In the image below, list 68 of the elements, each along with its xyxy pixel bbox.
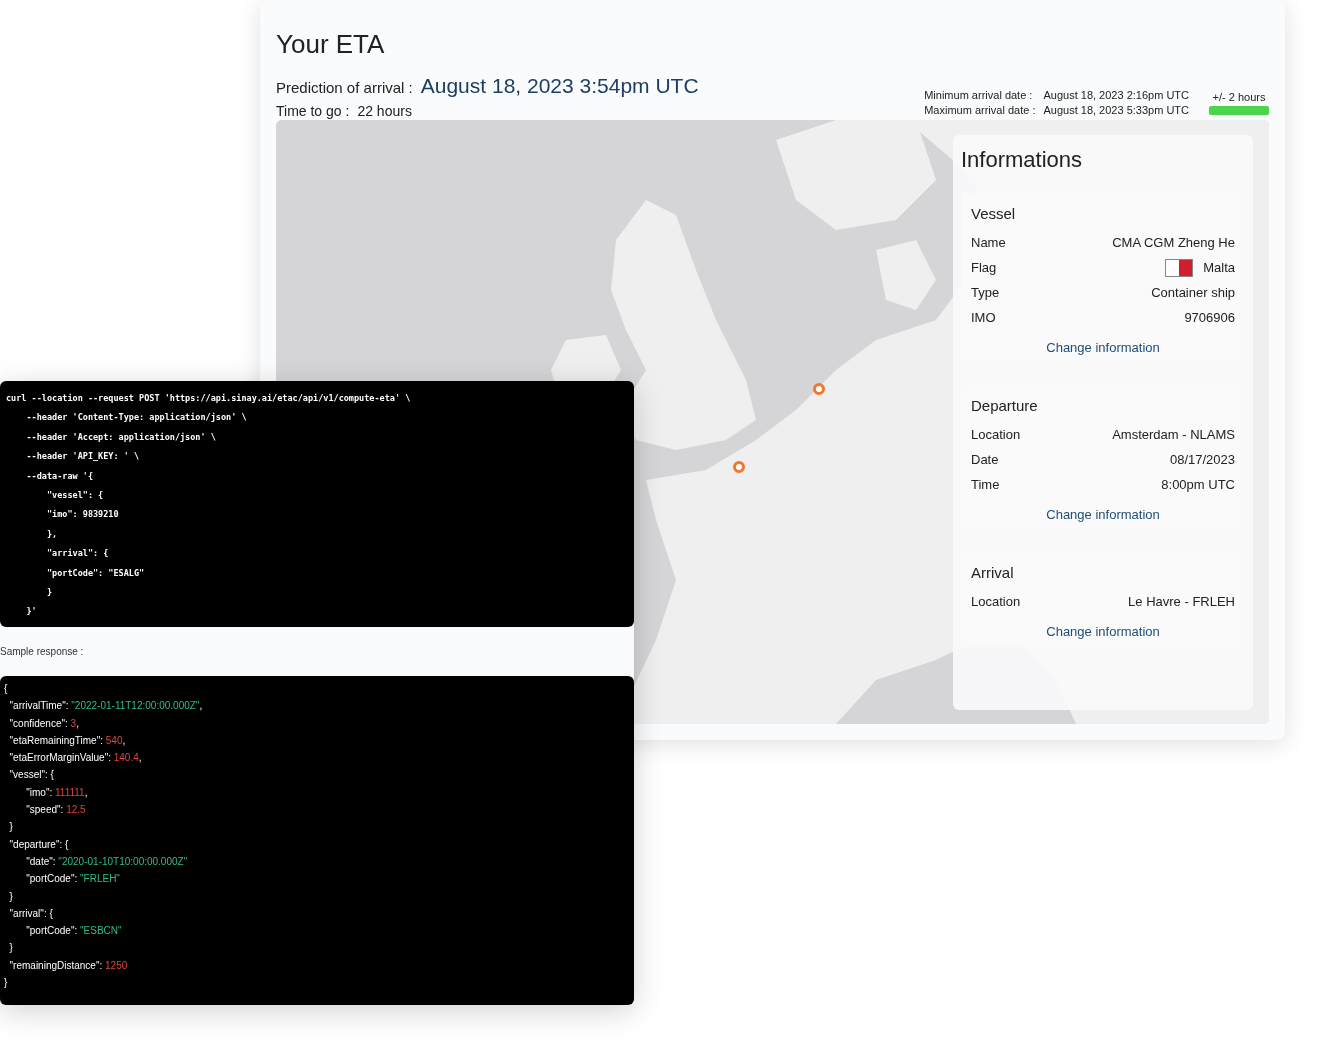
code-line: "confidence": 3, [8, 716, 80, 731]
code-line: --header 'Accept: application/json' \ [25, 430, 217, 444]
field-label: Date [971, 452, 999, 467]
section-title: Vessel [971, 205, 1017, 222]
time-to-go-value: 22 hours [357, 103, 412, 119]
range-value: August 18, 2023 5:33pm UTC [1043, 104, 1189, 116]
page-title: Your ETA [276, 29, 386, 60]
code-line: }, [45, 527, 59, 541]
range-label: Minimum arrival date : [924, 89, 1034, 101]
panel-title: Informations [961, 147, 1084, 173]
confidence-meter [1209, 105, 1269, 115]
range-label: Maximum arrival date : [924, 104, 1036, 116]
code-line: "etaErrorMarginValue": 140.4, [8, 751, 143, 766]
code-line: "imo": 9839210 [45, 508, 120, 522]
section-title: Departure [971, 397, 1039, 414]
code-line: "portCode": "ESBCN" [25, 924, 123, 939]
prediction-label: Prediction of arrival : [276, 79, 413, 96]
change-information-link[interactable]: Change information [1046, 624, 1160, 639]
margin-label: +/- 2 hours [1212, 90, 1266, 103]
code-line: "vessel": { [45, 488, 105, 502]
field-label: IMO [971, 310, 996, 325]
code-line: } [4, 976, 9, 991]
field-value: 9706906 [1184, 310, 1235, 325]
field-label: Location [971, 427, 1021, 442]
field-value: Malta [1203, 260, 1235, 275]
code-line: "speed": 12.5 [25, 803, 87, 818]
field-label: Time [971, 477, 1000, 492]
time-to-go-label: Time to go : [276, 103, 350, 119]
code-line: "portCode": "FRLEH" [25, 872, 121, 887]
code-line: "arrival": { [8, 906, 54, 921]
code-line: --data-raw '{ [25, 469, 94, 483]
code-line: "remainingDistance": 1250 [8, 958, 129, 973]
flag-icon [1165, 258, 1194, 277]
sample-response-label: Sample response : [0, 646, 84, 657]
code-line: --header 'Content-Type: application/json' \ [25, 411, 248, 425]
section-title: Arrival [971, 564, 1015, 581]
field-value: 8:00pm UTC [1161, 477, 1235, 492]
code-line: "date": "2020-01-10T10:00:00.000Z" [25, 854, 189, 869]
code-line: } [8, 941, 14, 956]
change-information-link[interactable]: Change information [1046, 340, 1160, 355]
code-line: "etaRemainingTime": 540, [8, 733, 127, 748]
code-line: curl --location --request POST 'https://api.sinay.ai/etac/api/v1/compute-eta' \ [6, 392, 412, 405]
field-value: Amsterdam - NLAMS [1112, 427, 1235, 442]
field-label: Name [971, 235, 1006, 250]
code-line: { [4, 682, 9, 696]
code-line: "imo": 111111, [25, 785, 89, 800]
change-information-link[interactable]: Change information [1046, 507, 1160, 522]
code-line: "portCode": "ESALG" [45, 566, 146, 580]
field-label: Location [971, 594, 1021, 609]
code-line: "arrival": { [45, 547, 110, 561]
code-line: "arrivalTime": "2022-01-11T12:00:00.000Z", [8, 699, 204, 714]
code-line: }' [25, 605, 38, 619]
code-line: } [8, 820, 14, 835]
departure-marker-icon [813, 383, 825, 395]
field-value: Le Havre - FRLEH [1128, 594, 1235, 609]
code-line: "departure": { [8, 837, 70, 852]
field-value: Container ship [1151, 285, 1235, 300]
code-line: "vessel": { [8, 768, 55, 783]
field-value: 08/17/2023 [1169, 452, 1235, 467]
field-label: Type [971, 285, 1000, 300]
field-label: Flag [971, 260, 997, 275]
field-value: CMA CGM Zheng He [1112, 235, 1235, 250]
code-line: } [45, 585, 54, 599]
code-line: } [8, 889, 14, 904]
arrival-marker-icon [733, 461, 745, 473]
prediction-value: August 18, 2023 3:54pm UTC [420, 74, 699, 97]
code-line: --header 'API_KEY: ' \ [25, 450, 141, 464]
range-value: August 18, 2023 2:16pm UTC [1043, 89, 1189, 101]
